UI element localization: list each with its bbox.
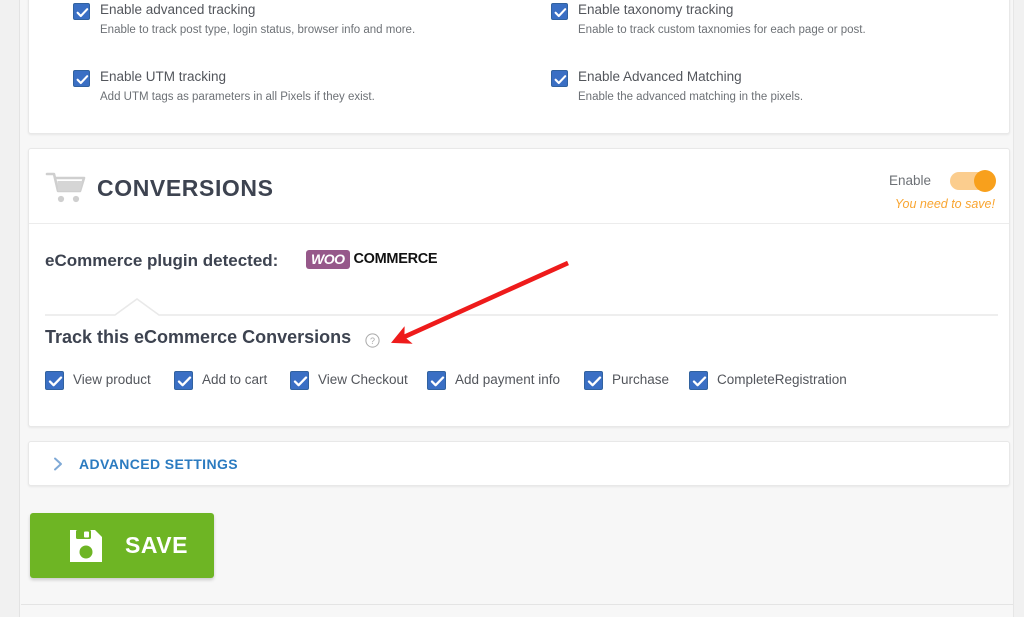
toggle-knob [974,170,996,192]
option-label: Enable advanced tracking [100,2,256,17]
svg-text:?: ? [370,336,375,346]
checkbox-add-to-cart[interactable] [174,371,193,390]
save-button[interactable]: SAVE [30,513,214,578]
option-description: Enable the advanced matching in the pixe… [578,91,804,103]
woocommerce-wordmark: COMMERCE [353,251,438,267]
detected-plugin-label: eCommerce plugin detected: [45,251,279,270]
page-right-rail [1013,0,1024,617]
option-label: Enable taxonomy tracking [578,2,734,17]
checkbox-view-product[interactable] [45,371,64,390]
admin-left-rail [0,0,20,617]
event-label: View Checkout [318,372,408,387]
checkbox-enable-utm-tracking[interactable] [73,70,90,87]
checkbox-add-payment-info[interactable] [427,371,446,390]
event-label: Add to cart [202,372,268,387]
option-label: Enable Advanced Matching [578,69,742,84]
checkbox-complete-registration[interactable] [689,371,708,390]
option-description: Enable to track custom taxnomies for eac… [578,24,866,36]
tracking-options-card: Enable advanced tracking Enable to track… [28,0,1010,134]
checkbox-enable-advanced-tracking[interactable] [73,3,90,20]
conversions-enable-toggle[interactable] [950,170,996,192]
shopping-cart-icon [45,169,87,205]
chevron-right-icon[interactable] [51,456,66,472]
checkbox-view-checkout[interactable] [290,371,309,390]
save-required-notice: You need to save! [894,197,995,211]
option-label: Enable UTM tracking [100,69,227,84]
conversions-card: CONVERSIONS Enable You need to save! eCo… [28,148,1010,427]
option-description: Enable to track post type, login status,… [100,24,416,36]
section-notch-divider [45,297,998,319]
event-label: View product [73,372,151,387]
floppy-disk-save-icon [67,527,105,565]
event-label: CompleteRegistration [717,372,847,387]
advanced-settings-label: ADVANCED SETTINGS [79,456,238,472]
conversions-header: CONVERSIONS Enable You need to save! [29,149,1009,223]
track-conversions-heading: Track this eCommerce Conversions [45,327,352,347]
event-label: Add payment info [455,372,561,387]
event-label: Purchase [612,372,670,387]
checkbox-purchase[interactable] [584,371,603,390]
conversions-title: CONVERSIONS [97,175,274,201]
option-description: Add UTM tags as parameters in all Pixels… [100,91,375,103]
page-bottom-divider [21,604,1013,605]
checkbox-enable-advanced-matching[interactable] [551,70,568,87]
question-mark-help-icon[interactable]: ? [365,333,380,348]
conversions-header-divider [29,223,1009,224]
advanced-settings-panel[interactable]: ADVANCED SETTINGS [28,441,1010,486]
woocommerce-logo: WOO COMMERCE [306,248,438,270]
save-button-label: SAVE [125,532,188,558]
page-root: Enable advanced tracking Enable to track… [0,0,1024,617]
checkbox-enable-taxonomy-tracking[interactable] [551,3,568,20]
woocommerce-badge: WOO [306,249,350,269]
conversions-enable-label: Enable [888,173,931,188]
